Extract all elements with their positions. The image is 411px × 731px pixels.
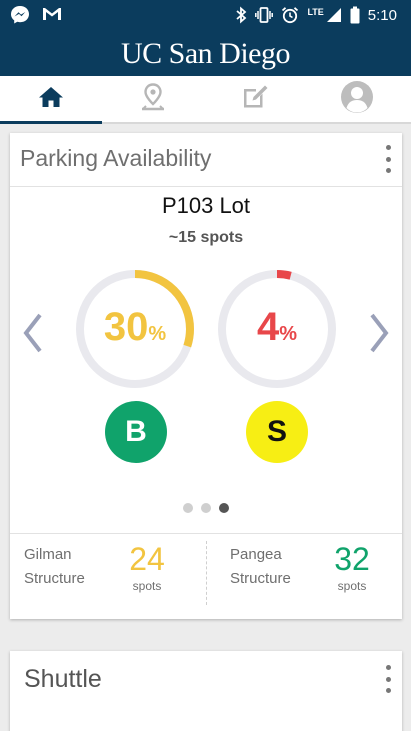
gauge-value-b: 30% [103, 305, 167, 349]
chevron-right-icon [364, 313, 394, 359]
card-title: Parking Availability [20, 145, 212, 171]
more-options-button[interactable] [380, 145, 396, 173]
status-bar: LTE 5:10 [0, 0, 411, 32]
tab-profile[interactable] [306, 76, 408, 122]
shuttle-card: Shuttle [10, 651, 402, 731]
app-header: UC San Diego [0, 32, 411, 76]
divider [10, 533, 402, 534]
tab-map[interactable] [102, 76, 204, 122]
bluetooth-icon [235, 6, 247, 24]
parking-card: Parking Availability P103 Lot ~15 spots … [10, 133, 402, 619]
messenger-icon [10, 5, 30, 25]
lot-spots: ~15 spots [168, 229, 244, 246]
prev-lot-button[interactable] [18, 311, 48, 355]
more-vert-icon [385, 665, 391, 670]
gauge-value-s: 4% [256, 305, 298, 349]
home-icon [38, 85, 64, 114]
divider [10, 186, 402, 187]
lot-name: P103 Lot [161, 193, 251, 218]
tab-edit[interactable] [204, 76, 306, 122]
profile-icon [340, 80, 374, 119]
signal-icon [326, 7, 342, 23]
structure-unit-gilman: spots [132, 579, 162, 593]
structure-name-pangea: Pangea Structure [230, 546, 291, 587]
tab-bar [0, 76, 411, 124]
more-vert-icon [385, 145, 391, 150]
tab-home[interactable] [0, 76, 102, 124]
more-options-button[interactable] [380, 665, 396, 693]
vibrate-icon [255, 6, 274, 24]
permit-badge-s: S [246, 401, 308, 463]
pager-dots [10, 503, 402, 513]
status-time: 5:10 [367, 6, 397, 24]
card-title: Shuttle [24, 665, 102, 693]
chevron-left-icon [18, 313, 48, 359]
structure-unit-pangea: spots [337, 579, 367, 593]
network-label: LTE [307, 7, 324, 17]
gmail-icon [42, 5, 62, 25]
map-pin-icon [139, 82, 167, 117]
next-lot-button[interactable] [364, 311, 394, 355]
structure-separator [206, 541, 207, 605]
pager-dot[interactable] [201, 503, 211, 513]
pager-dot-active[interactable] [219, 503, 229, 513]
brand-logo: UC San Diego [121, 37, 291, 70]
structure-name-gilman: Gilman Structure [24, 546, 85, 587]
alarm-icon [281, 6, 299, 24]
permit-badge-b: B [105, 401, 167, 463]
pager-dot[interactable] [183, 503, 193, 513]
structure-count-gilman: 24 [129, 541, 165, 577]
structure-count-pangea: 32 [334, 541, 370, 577]
battery-icon [350, 6, 360, 24]
edit-icon [241, 84, 269, 115]
